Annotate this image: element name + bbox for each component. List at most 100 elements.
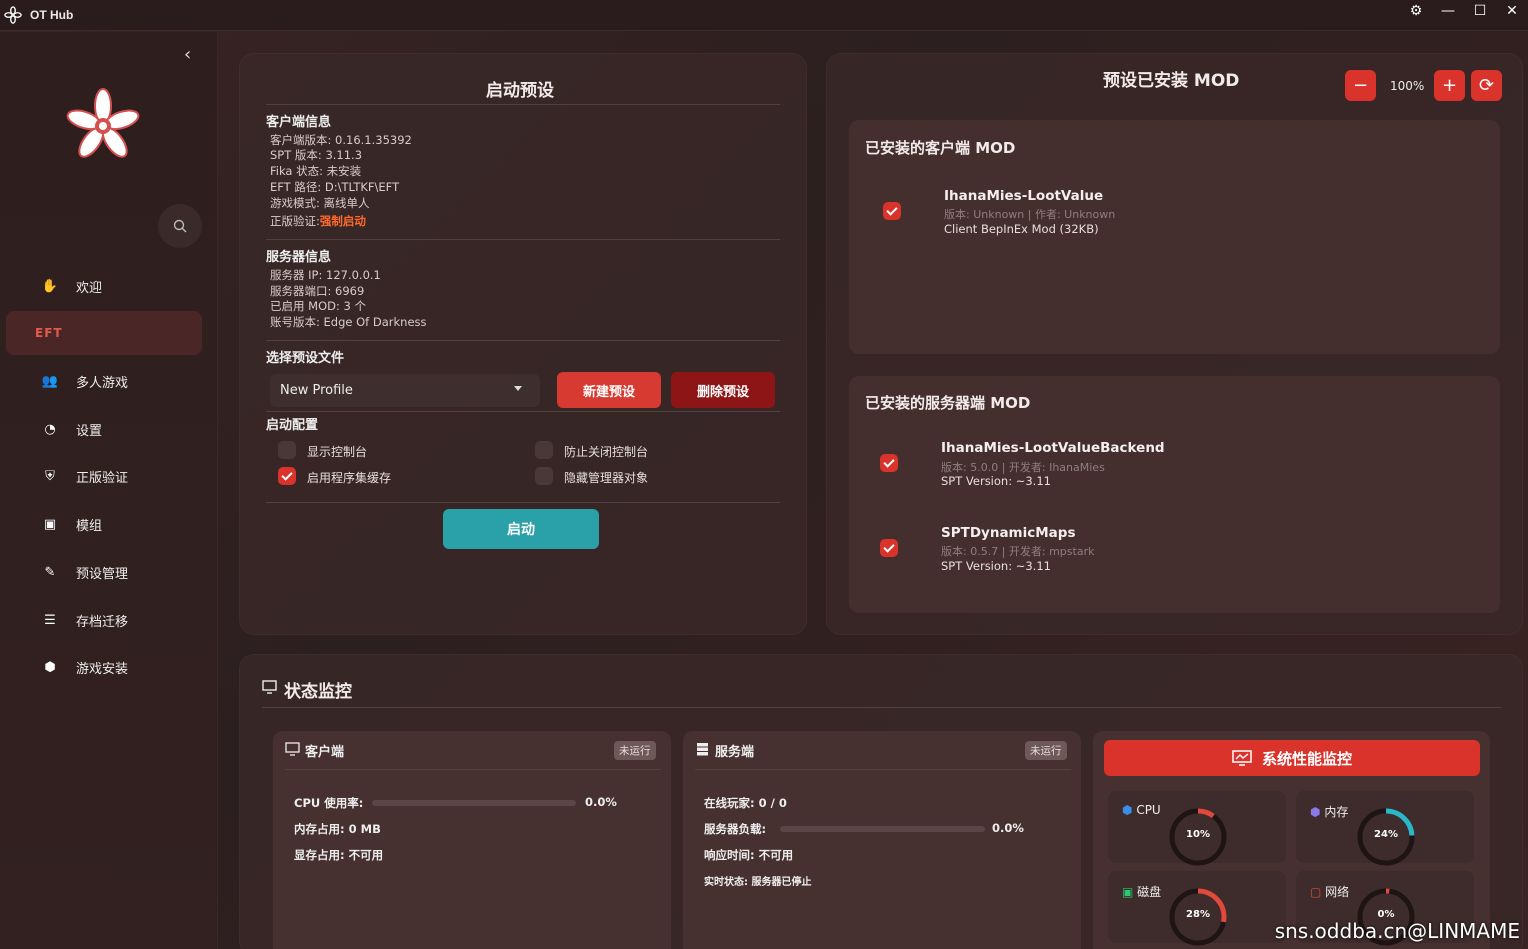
online-players-label: 在线玩家: xyxy=(704,796,755,810)
client-mods-title: 已安装的客户端 MOD xyxy=(865,139,1016,157)
prevent-close-console-checkbox[interactable] xyxy=(535,441,553,459)
profile-select-value: New Profile xyxy=(280,383,353,398)
client-status-badge: 未运行 xyxy=(614,741,656,760)
show-console-checkbox[interactable] xyxy=(278,441,296,459)
server-mod-checkbox[interactable] xyxy=(880,454,898,472)
vram-usage-label: 显存占用: xyxy=(294,848,345,862)
cpu-gauge-card: ⬢ CPU 10% xyxy=(1108,791,1286,866)
new-preset-button[interactable]: 新建预设 xyxy=(557,372,661,408)
server-mod-desc: SPT Version: ~3.11 xyxy=(941,474,1051,488)
sidebar-item-welcome[interactable]: ✋ 欢迎 xyxy=(6,264,202,308)
minimize-icon[interactable]: — xyxy=(1432,3,1464,19)
disk-gauge: 28% xyxy=(1168,887,1228,947)
zoom-out-button[interactable]: − xyxy=(1345,70,1376,101)
refresh-button[interactable]: ⟳ xyxy=(1471,70,1502,101)
maximize-icon[interactable]: ☐ xyxy=(1464,3,1496,19)
sidebar-item-mods[interactable]: ▣ 模组 xyxy=(6,502,202,546)
sidebar-item-settings[interactable]: ◔ 设置 xyxy=(6,407,202,451)
game-mode: 游戏模式: 离线单人 xyxy=(270,196,370,210)
hand-icon: ✋ xyxy=(41,278,59,294)
hide-manager-label: 隐藏管理器对象 xyxy=(564,471,649,485)
window-title: OT Hub xyxy=(30,8,74,22)
disk-icon: ▣ xyxy=(1122,885,1134,899)
live-status-value: 服务器已停止 xyxy=(751,877,812,888)
gauge-label: ▢ 网络 xyxy=(1310,883,1349,900)
show-console-label: 显示控制台 xyxy=(307,445,368,459)
status-monitor-title: 状态监控 xyxy=(284,682,352,702)
sidebar-item-presets[interactable]: ✎ 预设管理 xyxy=(6,550,202,594)
watermark: sns.oddba.cn@LINMAME xyxy=(1274,919,1520,943)
chart-monitor-icon xyxy=(1232,750,1252,766)
prevent-close-console-label: 防止关闭控制台 xyxy=(564,445,649,459)
sidebar-item-eft[interactable]: EFT xyxy=(6,311,202,355)
sidebar-item-migration[interactable]: ☰ 存档迁移 xyxy=(6,598,202,642)
refresh-icon: ⟳ xyxy=(1478,75,1495,96)
live-status-label: 实时状态: xyxy=(704,877,748,888)
search-button[interactable] xyxy=(158,204,202,248)
profile-select-title: 选择预设文件 xyxy=(266,351,345,366)
sidebar-item-multiplayer[interactable]: 👥 多人游戏 xyxy=(6,359,202,403)
profile-select[interactable]: New Profile xyxy=(270,374,540,407)
gauge-label-text: 网络 xyxy=(1325,885,1350,899)
delete-preset-button[interactable]: 删除预设 xyxy=(671,372,775,408)
disk-gauge-card: ▣ 磁盘 28% xyxy=(1108,871,1286,946)
divider xyxy=(266,340,780,341)
launch-button[interactable]: 启动 xyxy=(443,509,599,549)
server-status-badge: 未运行 xyxy=(1025,741,1067,760)
server-mod-name: IhanaMies-LootValueBackend xyxy=(941,440,1165,456)
sidebar-item-auth[interactable]: ⛨ 正版验证 xyxy=(6,454,202,498)
eft-path: EFT 路径: D:\TLTKF\EFT xyxy=(270,180,400,194)
response-time-label: 响应时间: xyxy=(704,848,755,862)
caret-down-icon xyxy=(514,386,522,391)
system-performance-title: 系统性能监控 xyxy=(1261,749,1352,768)
hide-manager-checkbox[interactable] xyxy=(535,467,553,485)
zoom-level: 100% xyxy=(1390,79,1425,93)
cpu-usage-value: 0.0% xyxy=(585,795,617,809)
auth-label: 正版验证: xyxy=(270,214,320,228)
gear-icon[interactable]: ⚙ xyxy=(1400,3,1432,19)
memory-usage-value: 0 MB xyxy=(348,822,381,836)
palette-icon: ◔ xyxy=(44,421,56,437)
sidebar: ‹ ✋ 欢迎 EFT 👥 多人游戏 ◔ 设置 ⛨ 正版验证 ▣ 模组 ✎ 预设管… xyxy=(0,32,218,949)
brush-icon: ✎ xyxy=(44,564,56,580)
gauge-label: ⬢ CPU xyxy=(1122,803,1161,817)
server-mod-meta: 版本: 0.5.7 | 开发者: mpstark xyxy=(941,545,1095,558)
sidebar-item-label: 设置 xyxy=(76,423,103,439)
assembly-cache-label: 启用程序集缓存 xyxy=(307,471,392,485)
fika-status: Fika 状态: 未安装 xyxy=(270,164,362,178)
system-performance-button[interactable]: 系统性能监控 xyxy=(1104,740,1480,776)
server-ip: 服务器 IP: 127.0.0.1 xyxy=(270,268,381,282)
client-status-title: 客户端 xyxy=(305,745,345,760)
enabled-mods: 已启用 MOD: 3 个 xyxy=(270,299,366,313)
server-load-label: 服务器负载: xyxy=(704,822,767,836)
sidebar-item-label: 模组 xyxy=(76,518,103,534)
client-status-card xyxy=(273,731,671,949)
divider xyxy=(266,239,780,240)
assembly-cache-checkbox[interactable] xyxy=(278,467,296,485)
client-mod-checkbox[interactable] xyxy=(883,202,901,220)
divider xyxy=(266,104,780,105)
network-icon: ▢ xyxy=(1310,885,1322,899)
client-version: 客户端版本: 0.16.1.35392 xyxy=(270,133,412,147)
live-status: 实时状态: 服务器已停止 xyxy=(704,873,811,888)
client-mod-name: IhanaMies-LootValue xyxy=(944,188,1104,204)
online-players-value: 0 / 0 xyxy=(758,796,787,810)
server-mod-meta: 版本: 5.0.0 | 开发者: IhanaMies xyxy=(941,461,1105,474)
spt-version: SPT 版本: 3.11.3 xyxy=(270,148,363,162)
gauge-label: ⬢ 内存 xyxy=(1310,803,1348,820)
memory-gauge: 24% xyxy=(1356,807,1416,867)
response-time: 响应时间: 不可用 xyxy=(704,847,793,863)
desktop-icon xyxy=(285,742,300,756)
vram-usage-value: 不可用 xyxy=(348,848,384,862)
sidebar-item-install[interactable]: ⬢ 游戏安装 xyxy=(6,645,202,689)
sidebar-item-label: 预设管理 xyxy=(76,566,129,582)
chevron-left-icon[interactable]: ‹ xyxy=(184,44,191,65)
box-icon: ▣ xyxy=(43,516,57,532)
server-mod-checkbox[interactable] xyxy=(880,539,898,557)
close-icon[interactable]: ✕ xyxy=(1496,3,1528,19)
launch-preset-title: 启动预设 xyxy=(486,81,554,101)
gauge-value: 28% xyxy=(1186,909,1210,920)
gauge-label: ▣ 磁盘 xyxy=(1122,883,1161,900)
sidebar-item-label: EFT xyxy=(35,326,63,340)
zoom-in-button[interactable]: + xyxy=(1434,70,1465,101)
